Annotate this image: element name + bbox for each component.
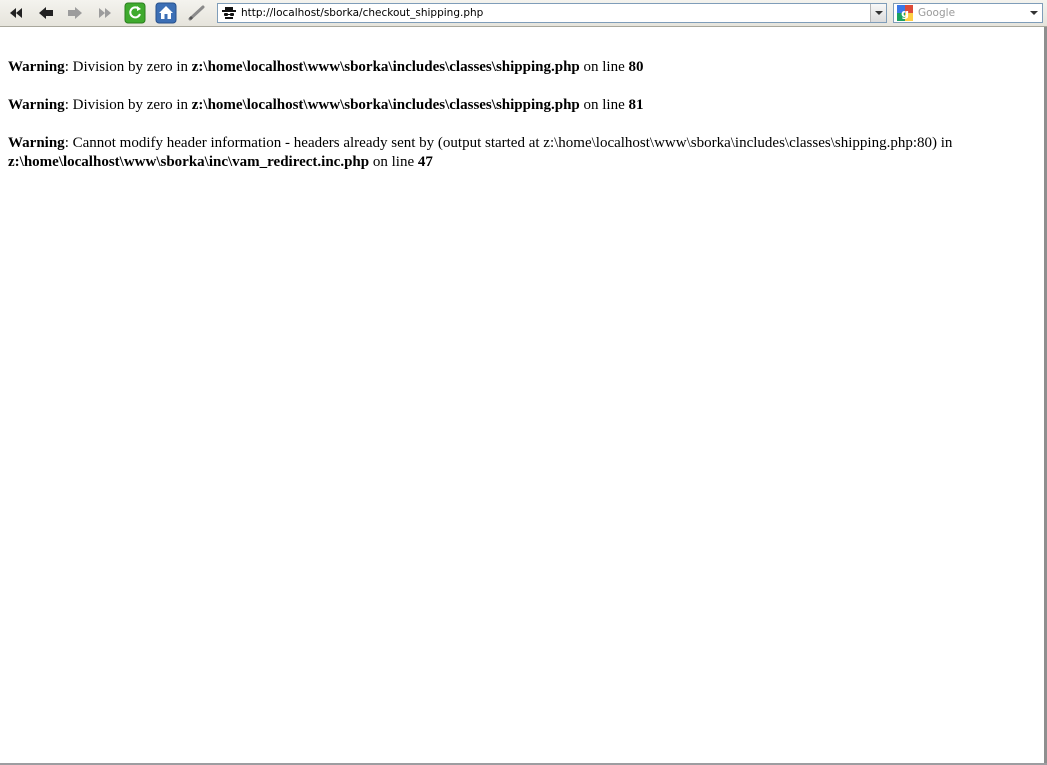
warning-text: : Division by zero in — [64, 59, 192, 75]
warning-path: z:\home\localhost\www\sborka\inc\vam_red… — [8, 154, 370, 170]
forward-icon — [68, 7, 82, 19]
url-history-dropdown[interactable] — [870, 4, 886, 22]
forward-button[interactable] — [64, 2, 86, 24]
home-button[interactable] — [155, 2, 177, 24]
fast-forward-button[interactable] — [94, 2, 116, 24]
warning-line-prefix: on line — [369, 154, 418, 170]
address-bar[interactable]: http://localhost/sborka/checkout_shippin… — [217, 3, 887, 23]
warning-label: Warning — [8, 59, 65, 75]
warning-label: Warning — [8, 97, 65, 113]
warning-message: Warning: Division by zero in z:\home\loc… — [8, 58, 1038, 77]
edit-icon — [188, 5, 205, 21]
rewind-button[interactable] — [5, 2, 27, 24]
warning-path: z:\home\localhost\www\sborka\includes\cl… — [191, 97, 580, 113]
back-button[interactable] — [35, 2, 57, 24]
chevron-down-icon — [874, 11, 883, 15]
warning-text: : Cannot modify header information - hea… — [64, 135, 953, 151]
warning-line-prefix: on line — [579, 97, 629, 113]
chevron-down-icon — [1030, 11, 1038, 15]
warning-line-number: 81 — [628, 97, 644, 113]
svg-text:g: g — [901, 7, 909, 20]
warning-line-number: 80 — [628, 59, 644, 75]
warning-message: Warning: Division by zero in z:\home\loc… — [8, 96, 1038, 115]
page-content: Warning: Division by zero in z:\home\loc… — [8, 58, 1038, 191]
rewind-icon — [10, 8, 22, 18]
home-icon — [155, 2, 177, 24]
search-input[interactable]: Google — [918, 6, 955, 20]
reload-icon — [124, 2, 146, 24]
back-icon — [39, 7, 53, 19]
fast-forward-icon — [99, 8, 111, 18]
url-text[interactable]: http://localhost/sborka/checkout_shippin… — [241, 6, 483, 20]
spy-icon — [222, 7, 236, 19]
warning-line-prefix: on line — [579, 59, 629, 75]
edit-button[interactable] — [186, 2, 208, 24]
reload-button[interactable] — [124, 2, 146, 24]
warning-text: : Division by zero in — [64, 97, 192, 113]
search-engine-dropdown[interactable] — [1026, 4, 1042, 22]
warning-line-number: 47 — [417, 154, 433, 170]
browser-toolbar: http://localhost/sborka/checkout_shippin… — [0, 0, 1047, 27]
search-box[interactable]: g Google — [893, 3, 1043, 23]
google-icon: g — [897, 5, 913, 21]
warning-label: Warning — [8, 135, 65, 151]
warning-message: Warning: Cannot modify header informatio… — [8, 134, 1038, 172]
warning-path: z:\home\localhost\www\sborka\includes\cl… — [191, 59, 580, 75]
